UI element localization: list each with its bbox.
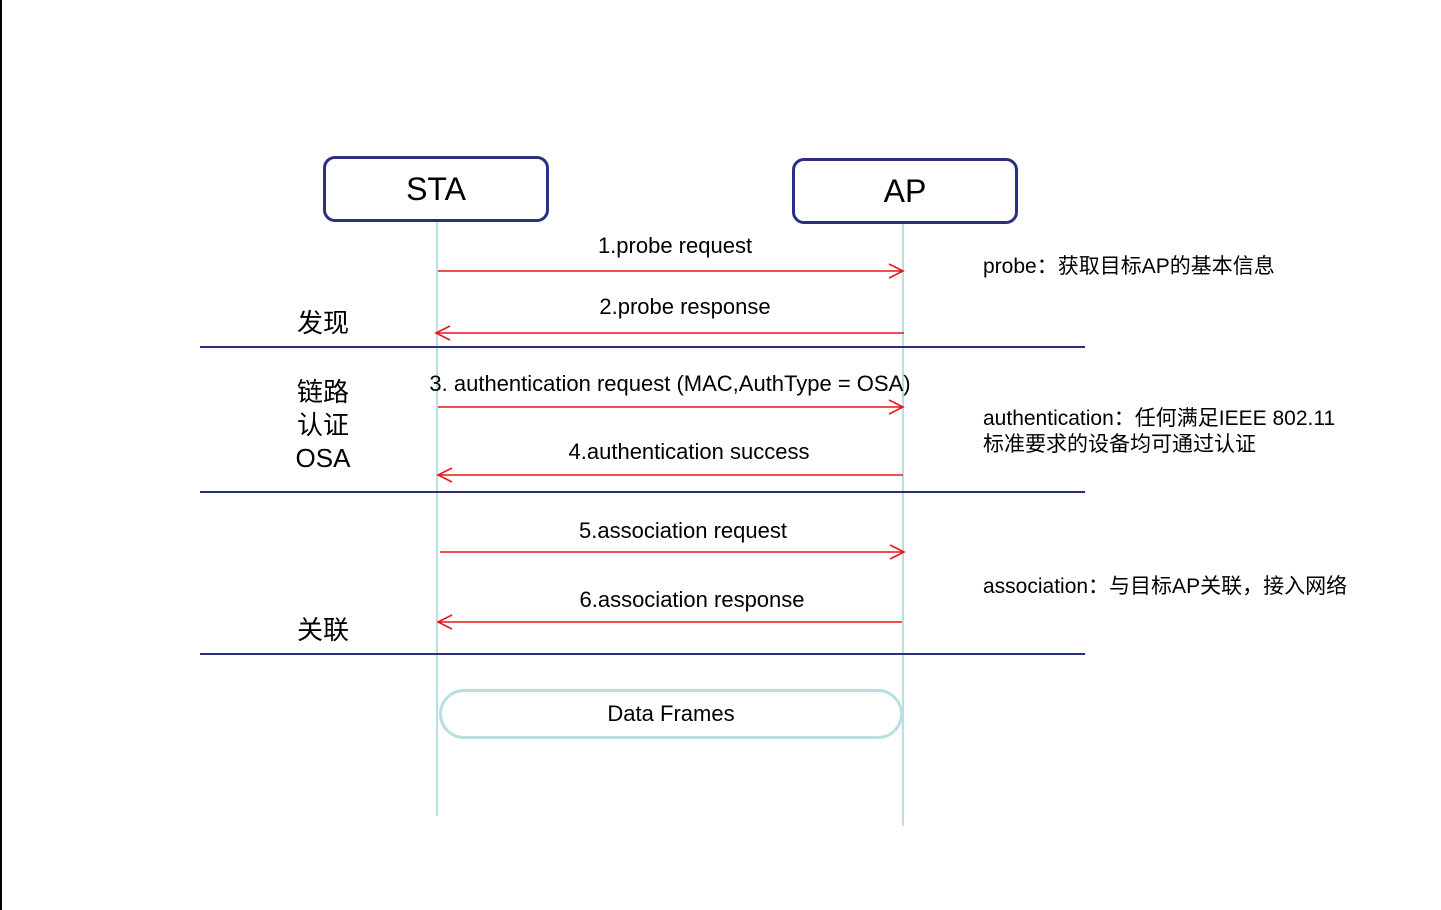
arrow-authentication-request xyxy=(438,399,905,415)
message-label-association-request: 5.association request xyxy=(579,518,787,543)
note-association: association：与目标AP关联，接入网络 xyxy=(983,575,1348,598)
ap-lifeline xyxy=(902,224,904,826)
message-label-association-response: 6.association response xyxy=(579,587,805,612)
sta-actor-box: STA xyxy=(323,156,549,222)
note-authentication-line1: authentication：任何满足IEEE 802.11 xyxy=(983,407,1336,430)
phase-label-link-authentication: 链路 认证 OSA xyxy=(296,376,351,475)
phase-label-discovery: 发现 xyxy=(296,308,350,338)
sta-lifeline xyxy=(436,222,438,816)
phase-label-link-line1: 链路 xyxy=(296,377,350,407)
phase-label-link-line3: OSA xyxy=(295,443,351,473)
arrow-association-response xyxy=(436,614,902,630)
message-label-authentication-success: 4.authentication success xyxy=(568,439,810,464)
data-frames-label: Data Frames xyxy=(607,701,735,726)
phase-separator-discovery xyxy=(200,346,1085,348)
arrow-association-request xyxy=(440,544,906,560)
note-probe: probe：获取目标AP的基本信息 xyxy=(983,255,1275,278)
arrow-probe-response xyxy=(434,325,904,341)
phase-separator-authentication xyxy=(200,491,1085,493)
arrow-authentication-success xyxy=(436,467,903,483)
phase-separator-association xyxy=(200,653,1085,655)
data-frames-box: Data Frames xyxy=(439,689,903,739)
phase-label-association: 关联 xyxy=(296,615,350,645)
message-label-authentication-request: 3. authentication request (MAC,AuthType … xyxy=(429,371,911,396)
message-label-probe-response: 2.probe response xyxy=(599,294,771,319)
phase-label-link-line2: 认证 xyxy=(296,410,350,440)
message-label-probe-request: 1.probe request xyxy=(597,233,753,258)
note-authentication-line2: 标准要求的设备均可通过认证 xyxy=(983,433,1256,456)
left-edge-line xyxy=(0,0,2,910)
arrow-probe-request xyxy=(438,263,905,279)
ap-actor-box: AP xyxy=(792,158,1018,224)
ap-actor-label: AP xyxy=(883,172,927,209)
sta-actor-label: STA xyxy=(406,170,466,207)
note-authentication: authentication：任何满足IEEE 802.11 标准要求的设备均可… xyxy=(983,406,1335,458)
